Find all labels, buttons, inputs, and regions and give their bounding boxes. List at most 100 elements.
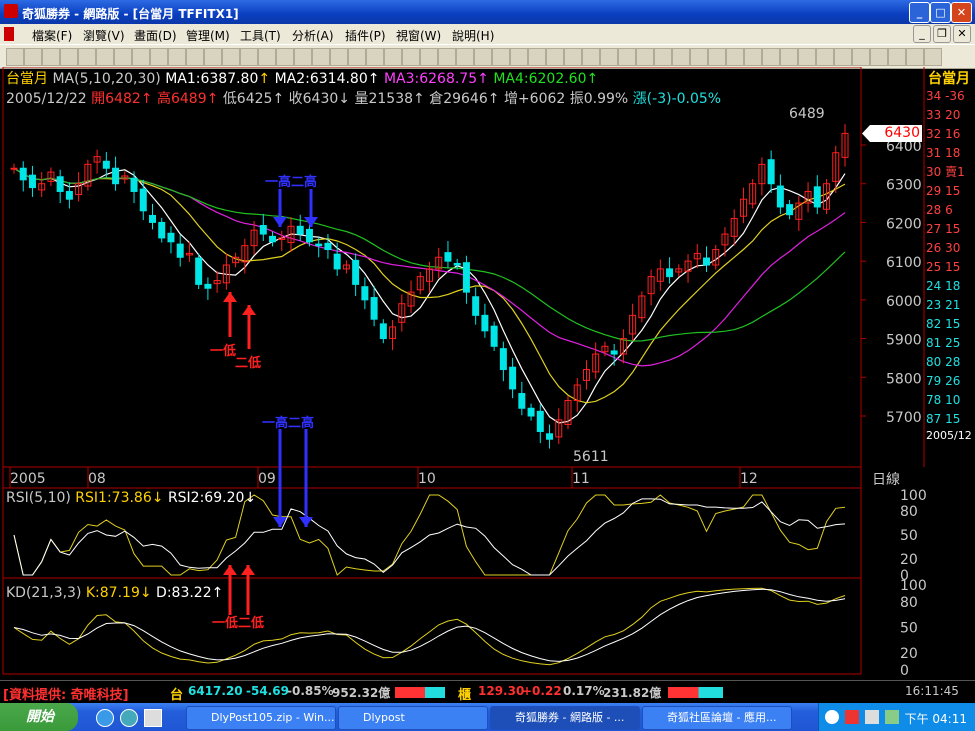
rsi2-line	[13, 498, 846, 576]
toolbar-button[interactable]	[222, 48, 240, 66]
toolbar-button[interactable]	[618, 48, 636, 66]
toolbar-button[interactable]	[330, 48, 348, 66]
toolbar-button[interactable]	[132, 48, 150, 66]
low-arrow-2-head	[242, 305, 256, 315]
toolbar-button[interactable]	[456, 48, 474, 66]
tray-clock[interactable]: 下午 04:11	[905, 710, 967, 727]
close-button[interactable]: ✕	[951, 2, 972, 23]
toolbar-button[interactable]	[726, 48, 744, 66]
toolbar-button[interactable]	[564, 48, 582, 66]
rsi1-value: RSI1:73.86	[75, 490, 152, 506]
toolbar-button[interactable]	[24, 48, 42, 66]
toolbar-button[interactable]	[870, 48, 888, 66]
toolbar-button[interactable]	[438, 48, 456, 66]
toolbar-button[interactable]	[852, 48, 870, 66]
toolbar-button[interactable]	[420, 48, 438, 66]
toolbar-button[interactable]	[600, 48, 618, 66]
toolbar-button[interactable]	[744, 48, 762, 66]
menu-tools[interactable]: 工具(T)	[240, 27, 281, 44]
toolbar-button[interactable]	[906, 48, 924, 66]
toolbar-button[interactable]	[114, 48, 132, 66]
tray-help-icon[interactable]	[825, 710, 839, 724]
toolbar-button[interactable]	[474, 48, 492, 66]
quote-row: 79 26	[926, 374, 961, 388]
candle-body	[490, 325, 498, 347]
browser-icon[interactable]	[120, 709, 138, 727]
toolbar-button[interactable]	[240, 48, 258, 66]
high-arrow-rsi-2-head	[299, 517, 313, 527]
toolbar-button[interactable]	[528, 48, 546, 66]
menu-plugin[interactable]: 插件(P)	[345, 27, 386, 44]
tray-app-icon[interactable]	[845, 710, 859, 724]
toolbar-button[interactable]	[168, 48, 186, 66]
open-value: 開6482	[91, 91, 141, 107]
task-dlypost-zip[interactable]: DlyPost105.zip - Win...	[186, 706, 336, 730]
rsi-axis-label: 80	[900, 504, 918, 520]
task-qihu-app[interactable]: 奇狐勝券 - 網路版 - ...	[490, 706, 640, 730]
menu-manage[interactable]: 管理(M)	[186, 27, 230, 44]
menu-help[interactable]: 說明(H)	[452, 27, 494, 44]
toolbar-button[interactable]	[96, 48, 114, 66]
toolbar-button[interactable]	[798, 48, 816, 66]
toolbar-button[interactable]	[546, 48, 564, 66]
menu-file[interactable]: 檔案(F)	[32, 27, 72, 44]
period-label[interactable]: 日線	[872, 469, 900, 489]
candle-body	[259, 225, 267, 235]
tray-volume-icon[interactable]	[885, 710, 899, 724]
toolbar-button[interactable]	[780, 48, 798, 66]
toolbar-button[interactable]	[6, 48, 24, 66]
maximize-button[interactable]: □	[930, 2, 951, 23]
toolbar-button[interactable]	[492, 48, 510, 66]
toolbar-button[interactable]	[402, 48, 420, 66]
chart-area[interactable]: 5700 5800 5900 6000 6100 6200 6300 6400 0 20 50 80…	[0, 66, 975, 679]
toolbar-button[interactable]	[816, 48, 834, 66]
menu-view[interactable]: 瀏覽(V)	[83, 27, 125, 44]
child-minimize-button[interactable]: _	[913, 25, 931, 43]
menu-analysis[interactable]: 分析(A)	[292, 27, 334, 44]
toolbar-button[interactable]	[294, 48, 312, 66]
otc-value: 129.30	[478, 684, 525, 698]
quote-row: 82 15	[926, 317, 961, 331]
task-dlypost[interactable]: Dlypost	[338, 706, 488, 730]
high-arrow-1-head	[273, 217, 287, 227]
candle-body	[499, 348, 507, 371]
toolbar-button[interactable]	[312, 48, 330, 66]
menu-window[interactable]: 視窗(W)	[396, 27, 441, 44]
menu-screen[interactable]: 畫面(D)	[134, 27, 177, 44]
toolbar-button[interactable]	[888, 48, 906, 66]
toolbar-button[interactable]	[348, 48, 366, 66]
toolbar-button[interactable]	[204, 48, 222, 66]
minimize-button[interactable]: _	[909, 2, 930, 23]
toolbar-button[interactable]	[150, 48, 168, 66]
toolbar-button[interactable]	[654, 48, 672, 66]
app-icon[interactable]	[4, 4, 18, 18]
toolbar-button[interactable]	[582, 48, 600, 66]
toolbar-button[interactable]	[78, 48, 96, 66]
toolbar-button[interactable]	[636, 48, 654, 66]
child-restore-button[interactable]: ❐	[933, 25, 951, 43]
toolbar-button[interactable]	[42, 48, 60, 66]
toolbar-button[interactable]	[834, 48, 852, 66]
toolbar-button[interactable]	[384, 48, 402, 66]
task-qihu-forum[interactable]: 奇狐社區論壇 - 應用...	[642, 706, 792, 730]
toolbar-button[interactable]	[924, 48, 942, 66]
kd-axis-label: 100	[900, 578, 927, 594]
ie-icon[interactable]	[96, 709, 114, 727]
start-button[interactable]: 開始	[0, 703, 78, 731]
toolbar-button[interactable]	[258, 48, 276, 66]
otc-pct: 0.17%	[563, 684, 605, 698]
toolbar-button[interactable]	[186, 48, 204, 66]
toolbar-button[interactable]	[762, 48, 780, 66]
toolbar-button[interactable]	[708, 48, 726, 66]
toolbar-button[interactable]	[690, 48, 708, 66]
close-value: 收6430	[288, 91, 339, 107]
toolbar-button[interactable]	[510, 48, 528, 66]
toolbar-button[interactable]	[60, 48, 78, 66]
toolbar-button[interactable]	[276, 48, 294, 66]
low-arrow-1-head	[223, 292, 237, 302]
desktop-icon[interactable]	[144, 709, 162, 727]
toolbar-button[interactable]	[672, 48, 690, 66]
tray-network-icon[interactable]	[865, 710, 879, 724]
toolbar-button[interactable]	[366, 48, 384, 66]
child-close-button[interactable]: ✕	[953, 25, 971, 43]
